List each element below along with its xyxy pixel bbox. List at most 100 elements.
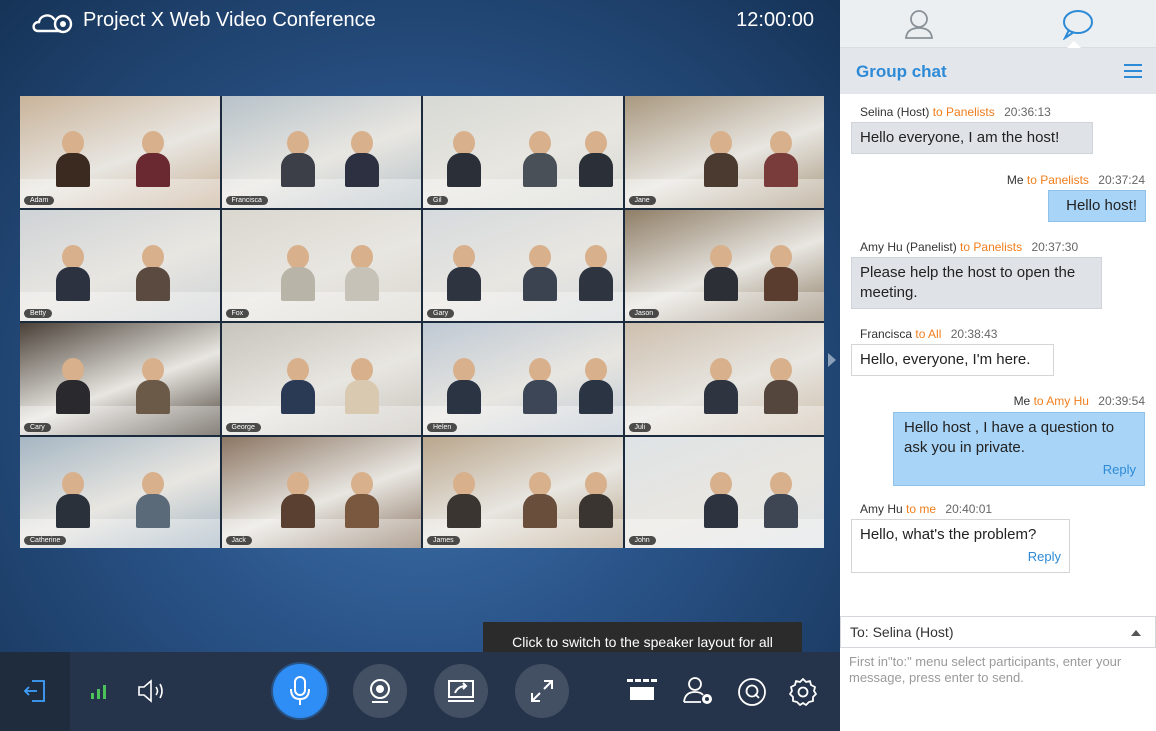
video-tile[interactable]: Gil bbox=[423, 96, 623, 208]
participant-figure bbox=[704, 471, 739, 528]
sender-name: Amy Hu bbox=[860, 502, 903, 516]
title-bar: Project X Web Video Conference 12:00:00 bbox=[0, 0, 840, 42]
video-tile[interactable]: Adam bbox=[20, 96, 220, 208]
participant-name-label: Catherine bbox=[24, 536, 67, 545]
message-text: Hello, everyone, I'm here. bbox=[860, 351, 1031, 368]
panel-tabs bbox=[840, 0, 1156, 49]
video-tile[interactable]: Catherine bbox=[20, 436, 220, 548]
participant-figure bbox=[135, 244, 170, 301]
speaker-icon[interactable] bbox=[136, 678, 166, 704]
message-bubble: Hello everyone, I am the host! bbox=[851, 122, 1093, 154]
video-tile[interactable]: Gary bbox=[423, 209, 623, 321]
participant-name-label: John bbox=[628, 536, 656, 545]
video-tile[interactable]: James bbox=[423, 436, 623, 548]
sender-name: Francisca bbox=[860, 327, 913, 341]
table-surface bbox=[221, 292, 421, 321]
participant-name-label: Jane bbox=[628, 195, 656, 205]
participant-figure bbox=[446, 358, 481, 415]
message-text: Please help the host to open the meeting… bbox=[860, 264, 1076, 301]
message-time: 20:39:54 bbox=[1098, 394, 1145, 408]
video-tile[interactable]: Cary bbox=[20, 323, 220, 435]
screen-share-icon bbox=[448, 680, 474, 702]
participant-figure bbox=[764, 131, 799, 188]
fullscreen-button[interactable] bbox=[515, 664, 569, 718]
camera-icon bbox=[370, 679, 390, 703]
conference-app: Project X Web Video Conference 12:00:00 … bbox=[0, 0, 1156, 731]
participant-figure bbox=[578, 244, 613, 301]
microphone-button[interactable] bbox=[273, 664, 327, 718]
participant-figure bbox=[764, 471, 799, 528]
fullscreen-icon bbox=[531, 680, 553, 702]
menu-icon[interactable] bbox=[1124, 64, 1142, 78]
participant-name-label: George bbox=[225, 422, 261, 432]
message-list: Selina (Host) to Panelists 20:36:13 Hell… bbox=[840, 94, 1156, 616]
reply-link[interactable]: Reply bbox=[860, 547, 1061, 567]
message-text: Hello everyone, I am the host! bbox=[860, 129, 1060, 146]
video-tile[interactable]: Helen bbox=[423, 323, 623, 435]
video-tile[interactable]: John bbox=[624, 436, 824, 548]
participant-figure bbox=[578, 358, 613, 415]
sender-name: Me bbox=[1013, 394, 1031, 408]
table-surface bbox=[221, 519, 421, 548]
settings-icon[interactable] bbox=[787, 676, 819, 708]
participant-figure bbox=[522, 358, 557, 415]
sender-name: Amy Hu (Panelist) bbox=[860, 240, 957, 254]
tab-participants[interactable] bbox=[840, 0, 998, 48]
participant-figure bbox=[704, 131, 739, 188]
participant-figure bbox=[281, 244, 316, 301]
message-time: 20:37:24 bbox=[1098, 173, 1145, 187]
participant-name-label: Juli bbox=[628, 422, 652, 432]
participant-figure bbox=[55, 131, 90, 188]
participant-figure bbox=[578, 131, 613, 188]
message-meta: Amy Hu to me 20:40:01 bbox=[860, 502, 992, 516]
message-meta: Me to Panelists 20:37:24 bbox=[1007, 173, 1145, 187]
chat-header: Group chat bbox=[840, 48, 1156, 94]
message-time: 20:40:01 bbox=[945, 502, 993, 516]
video-tile[interactable]: Jack bbox=[221, 436, 421, 548]
video-tile[interactable]: Jason bbox=[624, 209, 824, 321]
participants-settings-icon[interactable] bbox=[681, 674, 715, 708]
participant-name-label: Betty bbox=[24, 309, 52, 318]
message-meta: Amy Hu (Panelist) to Panelists 20:37:30 bbox=[860, 240, 1078, 254]
exit-icon[interactable] bbox=[22, 678, 48, 704]
message-bubble: Hello host! bbox=[1048, 190, 1146, 222]
participant-figure bbox=[522, 244, 557, 301]
video-tile[interactable]: Fox bbox=[221, 209, 421, 321]
screen-share-button[interactable] bbox=[434, 664, 488, 718]
message-bubble: Hello, what's the problem? Reply bbox=[851, 519, 1070, 573]
participant-figure bbox=[55, 471, 90, 528]
video-tile[interactable]: Francisca bbox=[221, 96, 421, 208]
participant-name-label: Cary bbox=[24, 422, 51, 432]
signal-icon bbox=[90, 682, 108, 700]
participant-figure bbox=[281, 471, 316, 528]
message-meta: Francisca to All 20:38:43 bbox=[860, 327, 997, 341]
qa-icon[interactable] bbox=[736, 676, 768, 708]
message-input[interactable]: First in"to:" menu select participants, … bbox=[840, 648, 1156, 731]
reply-link[interactable]: Reply bbox=[904, 460, 1136, 480]
participant-figure bbox=[522, 471, 557, 528]
participant-figure bbox=[764, 358, 799, 415]
video-tile[interactable]: George bbox=[221, 323, 421, 435]
participant-name-label: Gary bbox=[427, 309, 455, 318]
participant-name-label: Gil bbox=[427, 195, 448, 205]
participant-figure bbox=[55, 244, 90, 301]
recipient-select[interactable]: To: Selina (Host) bbox=[840, 616, 1156, 648]
message-bubble: Hello host , I have a question to ask yo… bbox=[893, 412, 1145, 486]
participant-figure bbox=[704, 358, 739, 415]
meeting-toolbar bbox=[0, 652, 840, 731]
participant-figure bbox=[578, 471, 613, 528]
participant-figure bbox=[135, 471, 170, 528]
message-time: 20:37:30 bbox=[1031, 240, 1079, 254]
participant-figure bbox=[446, 244, 481, 301]
message-bubble: Hello, everyone, I'm here. bbox=[851, 344, 1054, 376]
participant-figure bbox=[345, 131, 380, 188]
participant-figure bbox=[345, 358, 380, 415]
participant-name-label: Adam bbox=[24, 195, 55, 205]
video-tile[interactable]: Betty bbox=[20, 209, 220, 321]
camera-button[interactable] bbox=[353, 664, 407, 718]
panel-collapse-arrow-icon[interactable] bbox=[828, 353, 836, 367]
participant-name-label: Helen bbox=[427, 422, 458, 432]
video-tile[interactable]: Jane bbox=[624, 96, 824, 208]
layout-icon[interactable] bbox=[626, 676, 658, 704]
video-tile[interactable]: Juli bbox=[624, 323, 824, 435]
